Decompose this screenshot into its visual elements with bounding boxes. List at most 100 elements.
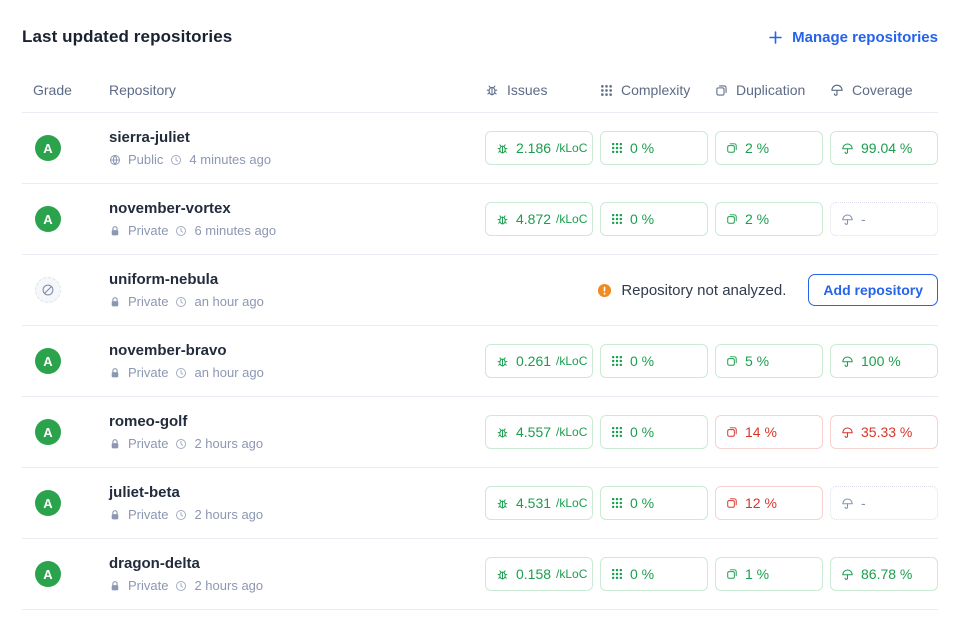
repository-cell: juliet-beta Private 2 hours ago bbox=[109, 484, 478, 522]
repository-name[interactable]: sierra-juliet bbox=[109, 129, 478, 146]
grade-cell: A bbox=[22, 135, 102, 161]
complexity-chip[interactable]: 0 % bbox=[600, 557, 708, 591]
issues-value: 4.557 bbox=[516, 424, 551, 440]
duplication-chip[interactable]: 2 % bbox=[715, 202, 823, 236]
issues-cell: 4.872 /kLoC bbox=[485, 202, 593, 236]
column-duplication: Duplication bbox=[715, 82, 823, 98]
issues-chip[interactable]: 4.557 /kLoC bbox=[485, 415, 593, 449]
coverage-cell: - bbox=[830, 202, 938, 236]
repository-name[interactable]: november-vortex bbox=[109, 200, 478, 217]
updated-time: 2 hours ago bbox=[194, 578, 263, 593]
issues-chip[interactable]: 0.261 /kLoC bbox=[485, 344, 593, 378]
table-row: A november-vortex Private bbox=[22, 184, 938, 255]
coverage-cell: - bbox=[830, 486, 938, 520]
duplication-cell: 14 % bbox=[715, 415, 823, 449]
grid-icon bbox=[611, 213, 623, 225]
issues-chip[interactable]: 2.186 /kLoC bbox=[485, 131, 593, 165]
repository-name[interactable]: uniform-nebula bbox=[109, 271, 478, 288]
complexity-chip[interactable]: 0 % bbox=[600, 486, 708, 520]
duplication-chip[interactable]: 12 % bbox=[715, 486, 823, 520]
duplication-value: 1 % bbox=[745, 566, 769, 582]
table-row: A november-bravo Private bbox=[22, 326, 938, 397]
issues-chip[interactable]: 4.872 /kLoC bbox=[485, 202, 593, 236]
lock-icon bbox=[109, 296, 121, 308]
complexity-cell: 0 % bbox=[600, 557, 708, 591]
issues-unit: /kLoC bbox=[556, 496, 587, 510]
issues-unit: /kLoC bbox=[556, 212, 587, 226]
repository-meta: Public 4 minutes ago bbox=[109, 152, 478, 167]
issues-value: 4.531 bbox=[516, 495, 551, 511]
column-coverage: Coverage bbox=[830, 82, 938, 98]
issues-cell: 4.557 /kLoC bbox=[485, 415, 593, 449]
complexity-chip[interactable]: 0 % bbox=[600, 131, 708, 165]
repository-name[interactable]: dragon-delta bbox=[109, 555, 478, 572]
bug-icon bbox=[496, 497, 509, 510]
repository-name[interactable]: romeo-golf bbox=[109, 413, 478, 430]
duplication-chip[interactable]: 1 % bbox=[715, 557, 823, 591]
table-row: A romeo-golf Private 2 bbox=[22, 397, 938, 468]
issues-value: 2.186 bbox=[516, 140, 551, 156]
grade-badge: A bbox=[35, 561, 61, 587]
issues-unit: /kLoC bbox=[556, 567, 587, 581]
repository-cell: dragon-delta Private 2 hours ago bbox=[109, 555, 478, 593]
issues-cell: 0.261 /kLoC bbox=[485, 344, 593, 378]
issues-chip[interactable]: 0.158 /kLoC bbox=[485, 557, 593, 591]
issues-chip[interactable]: 4.531 /kLoC bbox=[485, 486, 593, 520]
repository-cell: romeo-golf Private 2 hours ago bbox=[109, 413, 478, 451]
visibility-label: Private bbox=[128, 223, 168, 238]
coverage-chip[interactable]: - bbox=[830, 202, 938, 236]
coverage-cell: 86.78 % bbox=[830, 557, 938, 591]
duplication-chip[interactable]: 5 % bbox=[715, 344, 823, 378]
issues-unit: /kLoC bbox=[556, 141, 587, 155]
visibility-label: Public bbox=[128, 152, 163, 167]
bug-icon bbox=[496, 142, 509, 155]
duplication-chip[interactable]: 2 % bbox=[715, 131, 823, 165]
complexity-chip[interactable]: 0 % bbox=[600, 202, 708, 236]
table-row: A dragon-delta Private bbox=[22, 539, 938, 610]
not-analyzed-message: Repository not analyzed. bbox=[621, 282, 786, 299]
coverage-chip[interactable]: 35.33 % bbox=[830, 415, 938, 449]
issues-unit: /kLoC bbox=[556, 354, 587, 368]
repository-name[interactable]: juliet-beta bbox=[109, 484, 478, 501]
repository-cell: november-vortex Private 6 minutes ago bbox=[109, 200, 478, 238]
lock-icon bbox=[109, 580, 121, 592]
lock-icon bbox=[109, 438, 121, 450]
clock-icon bbox=[170, 154, 182, 166]
coverage-chip[interactable]: - bbox=[830, 486, 938, 520]
updated-time: 2 hours ago bbox=[194, 436, 263, 451]
grade-letter: A bbox=[43, 496, 52, 511]
lock-icon bbox=[109, 367, 121, 379]
coverage-value: 99.04 % bbox=[861, 140, 912, 156]
complexity-chip[interactable]: 0 % bbox=[600, 415, 708, 449]
coverage-value: 35.33 % bbox=[861, 424, 912, 440]
grid-icon bbox=[611, 355, 623, 367]
duplication-cell: 2 % bbox=[715, 131, 823, 165]
repository-meta: Private an hour ago bbox=[109, 294, 478, 309]
complexity-chip[interactable]: 0 % bbox=[600, 344, 708, 378]
not-analyzed-cell: Repository not analyzed. Add repository bbox=[485, 274, 938, 306]
duplication-value: 14 % bbox=[745, 424, 777, 440]
repositories-panel: Last updated repositories Manage reposit… bbox=[0, 0, 960, 620]
visibility-label: Private bbox=[128, 507, 168, 522]
add-repository-button[interactable]: Add repository bbox=[808, 274, 938, 306]
complexity-value: 0 % bbox=[630, 211, 654, 227]
copy-icon bbox=[726, 568, 738, 580]
repository-cell: uniform-nebula Private an hour ago bbox=[109, 271, 478, 309]
manage-repositories-label: Manage repositories bbox=[792, 29, 938, 46]
umbrella-icon bbox=[841, 426, 854, 439]
coverage-value: - bbox=[861, 495, 866, 511]
complexity-cell: 0 % bbox=[600, 415, 708, 449]
manage-repositories-link[interactable]: Manage repositories bbox=[768, 29, 938, 46]
updated-time: 2 hours ago bbox=[194, 507, 263, 522]
coverage-chip[interactable]: 99.04 % bbox=[830, 131, 938, 165]
coverage-chip[interactable]: 100 % bbox=[830, 344, 938, 378]
duplication-value: 12 % bbox=[745, 495, 777, 511]
bug-icon bbox=[496, 355, 509, 368]
issues-unit: /kLoC bbox=[556, 425, 587, 439]
coverage-chip[interactable]: 86.78 % bbox=[830, 557, 938, 591]
duplication-cell: 5 % bbox=[715, 344, 823, 378]
grade-not-analyzed-badge bbox=[35, 277, 61, 303]
duplication-chip[interactable]: 14 % bbox=[715, 415, 823, 449]
grade-letter: A bbox=[43, 567, 52, 582]
repository-name[interactable]: november-bravo bbox=[109, 342, 478, 359]
